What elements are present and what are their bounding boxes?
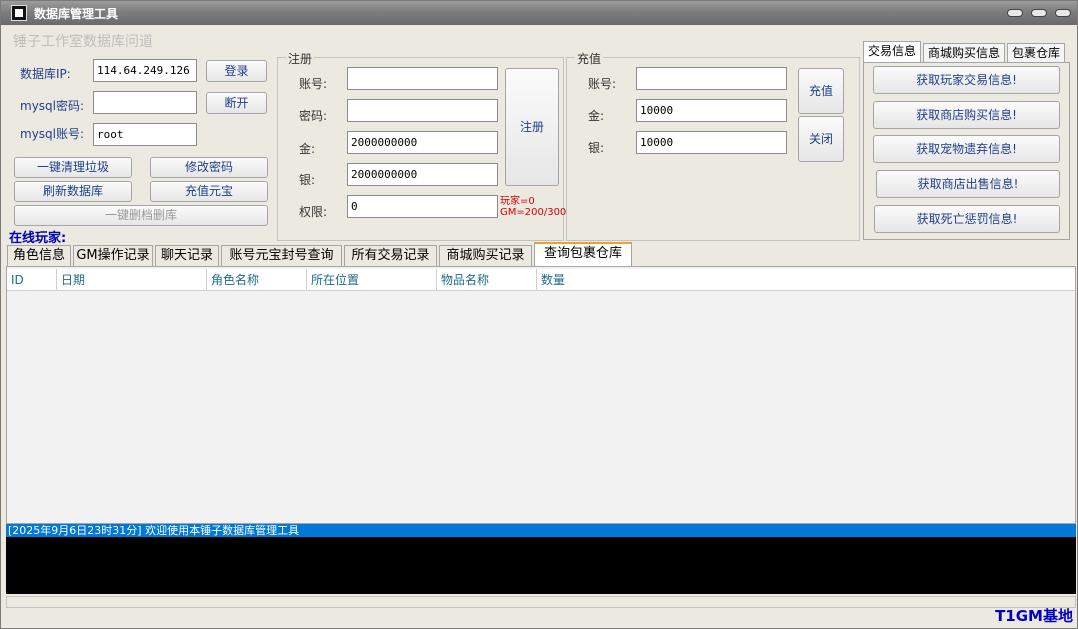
refresh-database-button[interactable]: 刷新数据库 [14,181,132,202]
tab-account-yuanbao-ban[interactable]: 账号元宝封号查询 [221,245,342,266]
column-date[interactable]: 日期 [57,269,207,291]
table-header: ID 日期 角色名称 所在位置 物品名称 数量 [7,269,1075,291]
column-location[interactable]: 所在位置 [307,269,437,291]
clean-garbage-button[interactable]: 一键清理垃圾 [14,157,132,178]
tab-character-info[interactable]: 角色信息 [7,245,71,266]
column-item-name[interactable]: 物品名称 [437,269,537,291]
get-player-trade-button[interactable]: 获取玩家交易信息! [873,66,1060,94]
status-bar [6,596,1076,608]
register-gold-label: 金: [299,142,316,156]
maximize-button[interactable] [1031,9,1047,17]
title-bar[interactable]: 数据库管理工具 [1,1,1077,25]
recharge-gold-input[interactable]: 10000 [636,99,787,122]
tab-all-trade-records[interactable]: 所有交易记录 [344,245,437,266]
register-password-input[interactable] [347,99,498,122]
recharge-button[interactable]: 充值 [798,68,844,114]
log-panel: [2025年9月6日23时31分] 欢迎使用本锤子数据库管理工具 [6,524,1076,594]
recharge-silver-input[interactable]: 10000 [636,131,787,154]
register-account-input[interactable] [347,67,498,90]
register-gold-input[interactable]: 2000000000 [347,131,498,154]
log-line: [2025年9月6日23时31分] 欢迎使用本锤子数据库管理工具 [6,524,1076,537]
app-icon [11,5,27,21]
register-button[interactable]: 注册 [505,68,559,186]
wipe-database-button[interactable]: 一键删档删库 [14,205,268,226]
tab-package-warehouse[interactable]: 包裹仓库 [1007,43,1065,63]
column-quantity[interactable]: 数量 [537,269,1075,291]
watermark-text: 锤子工作室数据库问道 [13,34,153,50]
login-button[interactable]: 登录 [206,60,267,82]
register-permission-label: 权限: [299,205,328,219]
register-legend: 注册 [286,50,315,67]
main-window: 数据库管理工具 锤子工作室数据库问道 数据库IP: 114.64.249.126… [0,0,1078,629]
recharge-yuanbao-button[interactable]: 充值元宝 [150,181,268,202]
recharge-account-label: 账号: [588,77,617,91]
recharge-gold-label: 金: [588,109,605,123]
db-ip-input[interactable]: 114.64.249.126 [93,59,197,82]
register-password-label: 密码: [299,109,328,123]
recharge-account-input[interactable] [636,67,787,90]
mysql-account-input[interactable]: root [93,123,197,146]
tab-query-package-warehouse[interactable]: 查询包裹仓库 [534,242,632,267]
close-button[interactable]: 关闭 [798,116,844,162]
column-character-name[interactable]: 角色名称 [207,269,307,291]
register-account-label: 账号: [299,77,328,91]
register-silver-label: 银: [299,173,316,187]
get-pet-abandon-button[interactable]: 获取宠物遗弃信息! [873,135,1060,163]
tab-trade-info[interactable]: 交易信息 [863,41,921,63]
column-id[interactable]: ID [7,269,57,291]
permission-hint-player: 玩家=0 [500,196,535,207]
disconnect-button[interactable]: 断开 [206,92,267,114]
data-table[interactable]: ID 日期 角色名称 所在位置 物品名称 数量 [6,266,1076,524]
minimize-button[interactable] [1007,9,1023,17]
close-window-button[interactable] [1055,9,1071,17]
change-password-button[interactable]: 修改密码 [150,157,268,178]
get-shop-purchase-button[interactable]: 获取商店购买信息! [873,101,1060,129]
permission-hint-gm: GM=200/300 [500,207,567,218]
register-permission-input[interactable]: 0 [347,195,498,218]
mysql-account-label: mysql账号: [20,127,85,141]
tab-gm-operation-log[interactable]: GM操作记录 [73,245,153,266]
online-players-label: 在线玩家: [9,231,67,246]
register-silver-input[interactable]: 2000000000 [347,163,498,186]
get-shop-sale-button[interactable]: 获取商店出售信息! [876,170,1060,198]
window-title: 数据库管理工具 [34,7,119,21]
get-death-penalty-button[interactable]: 获取死亡惩罚信息! [874,205,1060,233]
recharge-legend: 充值 [575,50,604,67]
brand-label: T1GM基地 [995,607,1073,625]
tab-chat-log[interactable]: 聊天记录 [155,245,219,266]
db-ip-label: 数据库IP: [20,67,71,81]
recharge-silver-label: 银: [588,141,605,155]
tab-mall-purchase-records[interactable]: 商城购买记录 [439,245,532,266]
tab-mall-purchase-info[interactable]: 商城购买信息 [923,43,1005,63]
mysql-password-label: mysql密码: [20,99,85,113]
mysql-password-input[interactable] [93,91,197,114]
